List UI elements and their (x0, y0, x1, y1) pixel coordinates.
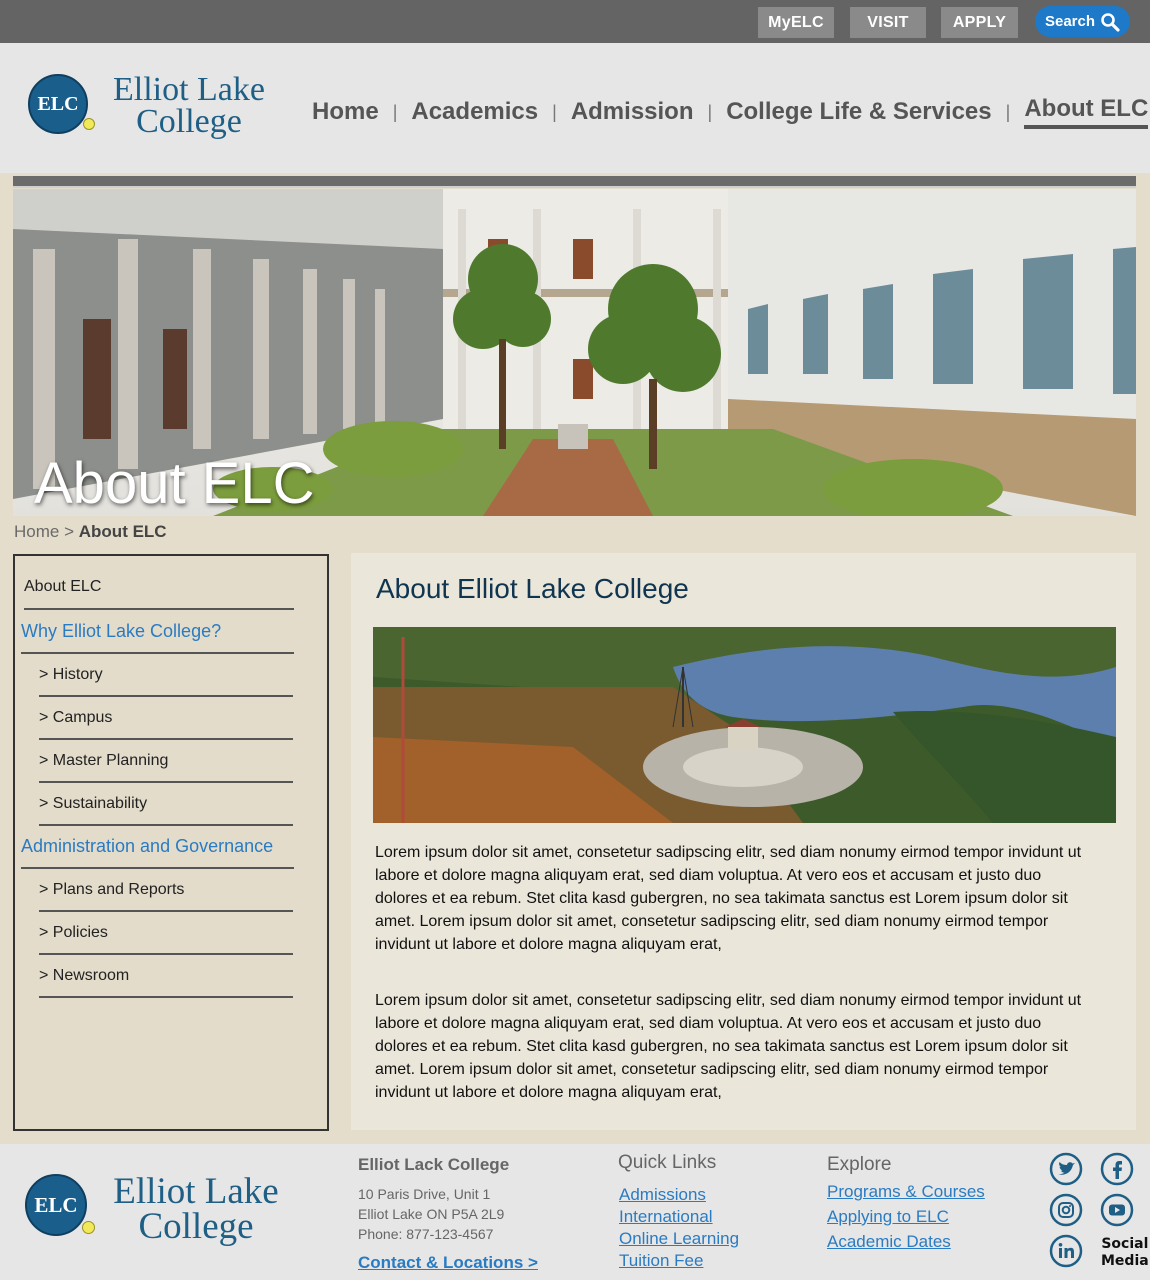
nav-separator: | (392, 101, 398, 122)
footer-link-applying[interactable]: Applying to ELC (827, 1207, 949, 1227)
sidebar-nav: About ELC Why Elliot Lake College? > His… (13, 554, 329, 1131)
nav-separator: | (707, 101, 713, 122)
nav-separator: | (1005, 101, 1011, 122)
footer-link-online-learning[interactable]: Online Learning (619, 1229, 739, 1249)
footer-logo-line1: Elliot Lake (113, 1171, 279, 1212)
facebook-icon[interactable] (1100, 1152, 1134, 1186)
footer-logo-emblem: ELC (25, 1174, 87, 1236)
footer-link-admissions[interactable]: Admissions (619, 1185, 706, 1205)
footer-address-line2: Elliot Lake ON P5A 2L9 (358, 1206, 505, 1222)
nav-about-elc[interactable]: About ELC (1024, 95, 1149, 129)
footer-quick-links-title: Quick Links (618, 1152, 717, 1173)
sidebar-item-plans-reports[interactable]: > Plans and Reports (39, 869, 293, 912)
footer-link-tuition-fee[interactable]: Tuition Fee (619, 1251, 703, 1271)
logo-wordmark: Elliot Lake College (98, 71, 280, 141)
utility-bar: MyELC VISIT APPLY Search (0, 0, 1150, 43)
sidebar-item-newsroom[interactable]: > Newsroom (39, 955, 293, 998)
myelc-button[interactable]: MyELC (758, 7, 834, 38)
search-icon (1101, 12, 1120, 32)
footer-phone: Phone: 877-123-4567 (358, 1226, 494, 1242)
sidebar-item-master-planning[interactable]: > Master Planning (39, 740, 293, 783)
sidebar-item-history[interactable]: > History (39, 654, 293, 697)
logo-line1: Elliot Lake (112, 71, 265, 108)
logo-initials: ELC (37, 92, 79, 115)
twitter-icon[interactable] (1049, 1152, 1083, 1186)
sidebar-item-administration[interactable]: Administration and Governance (21, 826, 294, 869)
social-label-line1: Social (1101, 1236, 1149, 1252)
hero-top-strip (13, 176, 1136, 188)
social-media-label: Social Media (1101, 1236, 1149, 1270)
visit-button[interactable]: VISIT (850, 7, 926, 38)
social-label-line2: Media (1101, 1253, 1149, 1269)
search-button[interactable]: Search (1035, 6, 1130, 37)
nav-home[interactable]: Home (312, 98, 379, 126)
footer-link-programs[interactable]: Programs & Courses (827, 1182, 985, 1202)
nav-admission[interactable]: Admission (571, 98, 694, 126)
site-footer: ELC Elliot Lake College Elliot Lack Coll… (0, 1144, 1150, 1280)
footer-logo[interactable]: ELC Elliot Lake College (0, 1144, 300, 1280)
breadcrumb-current: About ELC (78, 522, 167, 541)
sidebar-item-campus[interactable]: > Campus (39, 697, 293, 740)
sidebar-item-policies[interactable]: > Policies (39, 912, 293, 955)
breadcrumb: Home > About ELC (14, 522, 167, 542)
nav-separator: | (552, 101, 557, 122)
footer-link-academic-dates[interactable]: Academic Dates (827, 1232, 951, 1252)
footer-link-international[interactable]: International (619, 1207, 713, 1227)
logo-line2: College (136, 103, 242, 141)
hero-title: About ELC (34, 451, 315, 516)
nav-college-life[interactable]: College Life & Services (726, 98, 991, 126)
breadcrumb-separator: > (64, 522, 75, 541)
footer-address-line1: 10 Paris Drive, Unit 1 (358, 1186, 491, 1202)
sidebar-item-sustainability[interactable]: > Sustainability (39, 783, 293, 826)
site-logo[interactable]: ELC Elliot Lake College (0, 43, 290, 173)
lake-aerial-image (373, 627, 1116, 823)
page-heading: About Elliot Lake College (376, 573, 689, 604)
main-nav: Home | Academics | Admission | College L… (312, 95, 1149, 129)
footer-logo-dot (82, 1221, 95, 1234)
youtube-icon[interactable] (1100, 1193, 1134, 1227)
footer-logo-line2: College (138, 1206, 254, 1248)
logo-dot (83, 118, 95, 130)
footer-explore-title: Explore (827, 1154, 892, 1175)
main-content: About Elliot Lake College Lorem ipsum do… (351, 553, 1136, 1130)
breadcrumb-home[interactable]: Home (14, 522, 59, 541)
logo-emblem: ELC (28, 74, 88, 134)
search-label: Search (1044, 13, 1096, 30)
sidebar-item-about-elc[interactable]: About ELC (24, 566, 294, 610)
footer-contact-link[interactable]: Contact & Locations > (358, 1253, 538, 1273)
sidebar-item-why-elliot-lake[interactable]: Why Elliot Lake College? (21, 610, 294, 654)
site-header: ELC Elliot Lake College Home | Academics… (0, 43, 1150, 173)
lake-landscape-image (373, 627, 1116, 823)
nav-academics[interactable]: Academics (411, 98, 538, 126)
footer-logo-wordmark: Elliot Lake College (98, 1171, 294, 1248)
footer-address: 10 Paris Drive, Unit 1 Elliot Lake ON P5… (358, 1184, 504, 1244)
apply-button[interactable]: APPLY (941, 7, 1018, 38)
body-paragraph-1: Lorem ipsum dolor sit amet, consetetur s… (375, 844, 1082, 953)
instagram-icon[interactable] (1049, 1193, 1083, 1227)
footer-college-name: Elliot Lack College (358, 1155, 510, 1174)
body-paragraph-2: Lorem ipsum dolor sit amet, consetetur s… (375, 992, 1082, 1101)
linkedin-icon[interactable] (1049, 1234, 1083, 1268)
footer-logo-initials: ELC (34, 1192, 78, 1217)
